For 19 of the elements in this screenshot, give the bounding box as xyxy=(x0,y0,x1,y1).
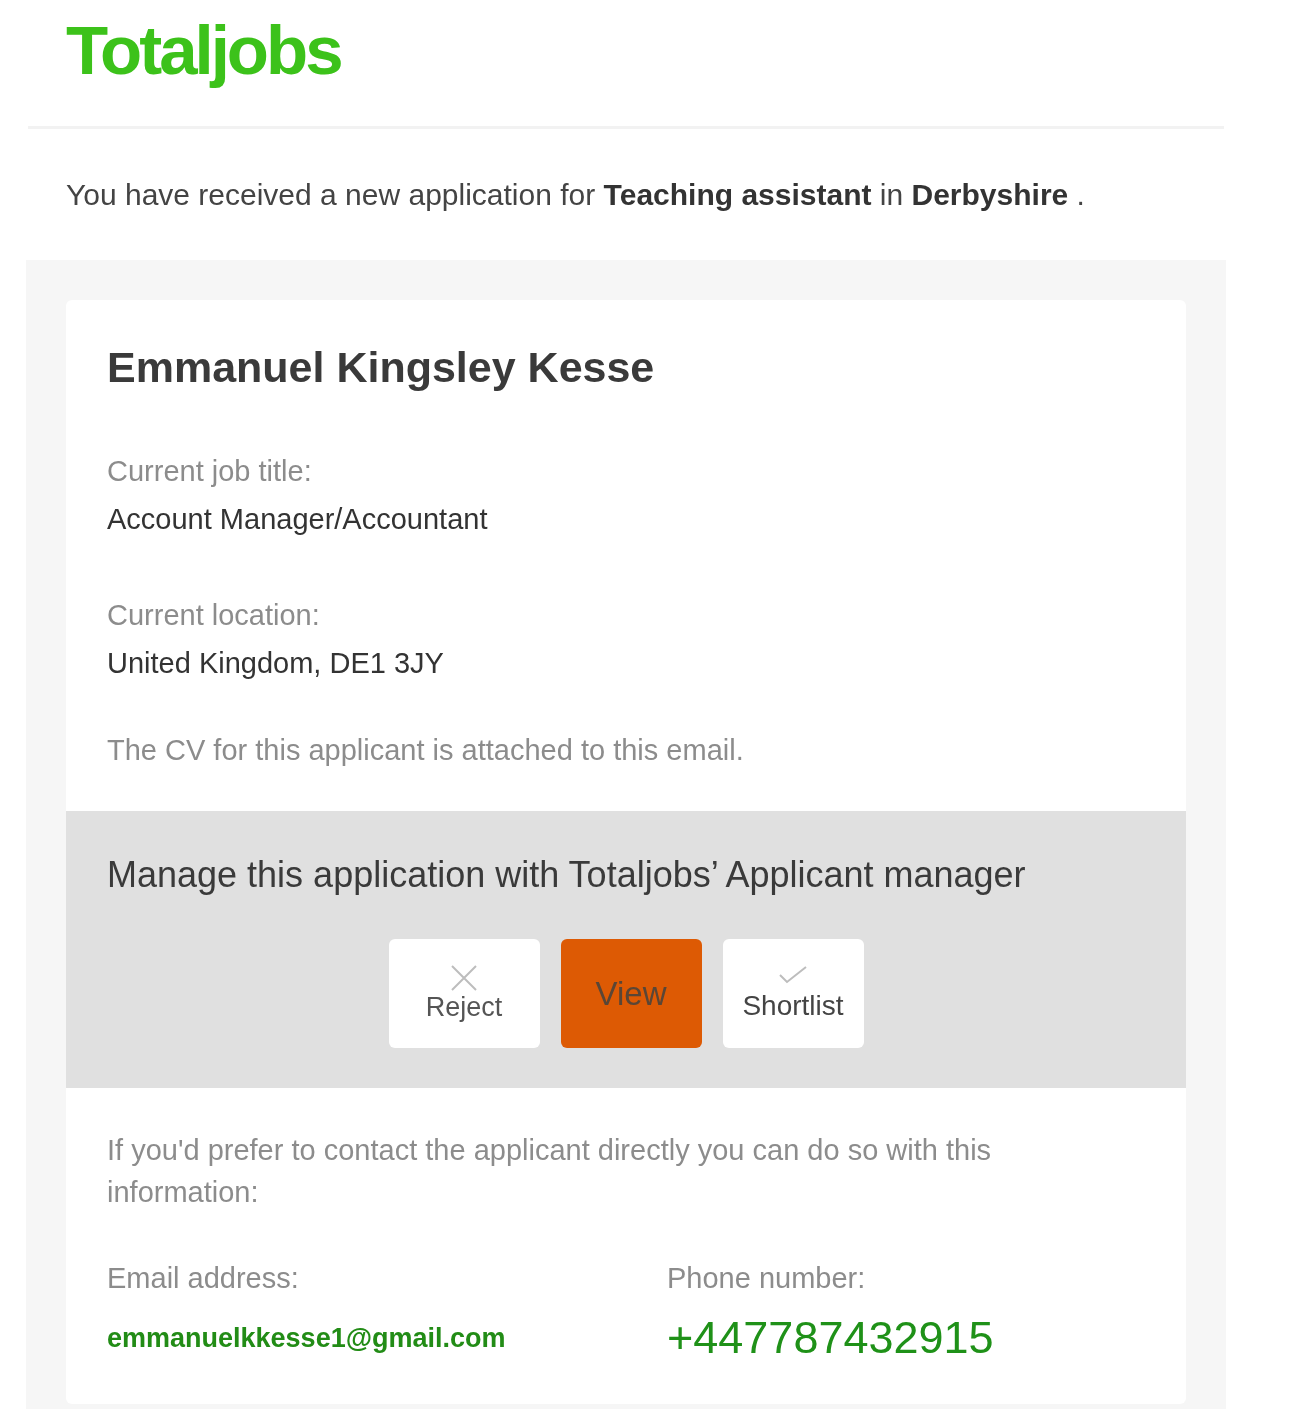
intro-sentence: You have received a new application for Teaching assistant in Derbyshire . xyxy=(66,177,1085,213)
check-icon xyxy=(779,965,807,984)
reject-button[interactable]: Reject xyxy=(388,939,540,1048)
manage-heading: Manage this application with Totaljobs’ Applicant manager xyxy=(107,854,1026,896)
shortlist-button[interactable]: Shortlist xyxy=(722,939,864,1048)
cross-icon xyxy=(451,964,477,991)
logo-text: Totaljobs xyxy=(66,11,341,91)
applicant-name: Emmanuel Kingsley Kesse xyxy=(107,342,655,392)
field-value: United Kingdom, DE1 3JY xyxy=(107,646,444,680)
field-value: Account Manager/Accountant xyxy=(107,502,488,536)
phone-label: Phone number: xyxy=(667,1262,866,1294)
cv-note: The CV for this applicant is attached to this email. xyxy=(107,733,744,767)
view-button[interactable]: View xyxy=(560,939,702,1048)
field-label: Current location: xyxy=(107,598,320,632)
phone-link[interactable]: +447787432915 xyxy=(667,1312,994,1364)
email-link[interactable]: emmanuelkkesse1@gmail.com xyxy=(107,1322,506,1354)
email-label: Email address: xyxy=(107,1262,299,1294)
field-label: Current job title: xyxy=(107,454,312,488)
contact-paragraph: If you'd prefer to contact the applicant directly you can do so with this information: xyxy=(107,1133,993,1210)
